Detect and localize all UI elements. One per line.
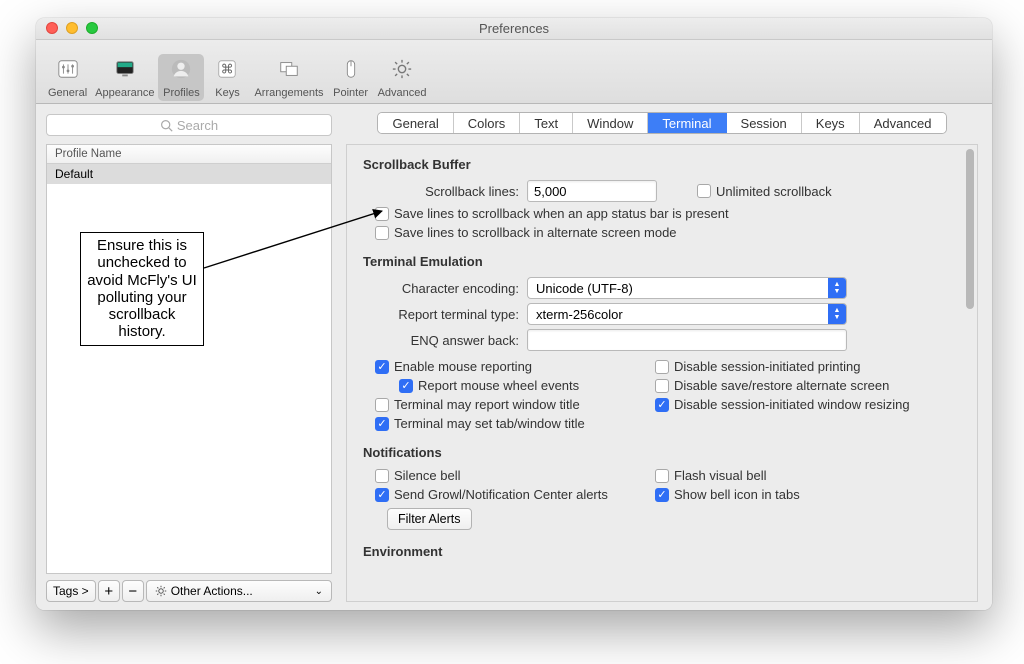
emulation-checkbox[interactable]: ✓Report mouse wheel events <box>399 378 655 393</box>
content: Search Profile Name Default Tags > + − O… <box>36 104 992 610</box>
window-title: Preferences <box>479 21 549 36</box>
profiles-footer: Tags > + − Other Actions... ⌄ <box>46 580 332 602</box>
scrollback-lines-input[interactable] <box>527 180 657 202</box>
updown-arrows-icon: ▲▼ <box>828 304 846 324</box>
profiles-table: Profile Name Default <box>46 144 332 574</box>
window-controls <box>46 22 98 34</box>
toolbar-label: Profiles <box>163 87 200 99</box>
toolbar-label: Keys <box>215 87 239 99</box>
profile-row[interactable]: Default <box>47 164 331 184</box>
emulation-checkbox[interactable]: Disable session-initiated printing <box>655 359 910 374</box>
unlimited-scrollback[interactable]: Unlimited scrollback <box>697 184 832 199</box>
environment-heading: Environment <box>363 544 955 559</box>
other-actions[interactable]: Other Actions... ⌄ <box>146 580 332 602</box>
notification-checkbox[interactable]: Silence bell <box>375 468 655 483</box>
profiles-sidebar: Search Profile Name Default Tags > + − O… <box>36 104 336 610</box>
svg-text:⌘: ⌘ <box>221 62 234 77</box>
person-icon <box>166 54 196 84</box>
profiles-header[interactable]: Profile Name <box>47 145 331 164</box>
enq-label: ENQ answer back: <box>363 333 519 348</box>
notification-checkbox[interactable]: Flash visual bell <box>655 468 800 483</box>
toolbar-label: General <box>48 87 87 99</box>
encoding-select[interactable]: Unicode (UTF-8) ▲▼ <box>527 277 847 299</box>
termtype-label: Report terminal type: <box>363 307 519 322</box>
monitor-icon <box>110 54 140 84</box>
tab-colors[interactable]: Colors <box>454 113 521 133</box>
updown-arrows-icon: ▲▼ <box>828 278 846 298</box>
prefs-toolbar: General Appearance Profiles ⌘ Keys Arrangemen… <box>36 40 992 104</box>
encoding-label: Character encoding: <box>363 281 519 296</box>
add-button[interactable]: + <box>98 580 120 602</box>
profile-main: GeneralColorsTextWindowTerminalSessionKe… <box>336 104 992 610</box>
emulation-checkbox[interactable]: Terminal may report window title <box>375 397 655 412</box>
save-statusbar-checkbox[interactable]: Save lines to scrollback when an app sta… <box>375 206 955 221</box>
enq-input[interactable] <box>527 329 847 351</box>
tab-terminal[interactable]: Terminal <box>648 113 726 133</box>
mouse-icon <box>336 54 366 84</box>
tags-button[interactable]: Tags > <box>46 580 96 602</box>
toolbar-label: Appearance <box>95 87 154 99</box>
toolbar-label: Advanced <box>378 87 427 99</box>
command-icon: ⌘ <box>212 54 242 84</box>
tab-advanced[interactable]: Advanced <box>860 113 946 133</box>
emulation-checkbox[interactable]: Disable save/restore alternate screen <box>655 378 910 393</box>
slider-icon <box>53 54 83 84</box>
profile-tabs: GeneralColorsTextWindowTerminalSessionKe… <box>377 112 946 134</box>
toolbar-keys[interactable]: ⌘ Keys <box>204 54 250 101</box>
toolbar-arrangements[interactable]: Arrangements <box>250 54 327 101</box>
search-icon <box>160 119 173 132</box>
gear-icon <box>387 54 417 84</box>
tab-session[interactable]: Session <box>727 113 802 133</box>
termtype-select[interactable]: xterm-256color ▲▼ <box>527 303 847 325</box>
emulation-checkbox[interactable]: ✓Terminal may set tab/window title <box>375 416 655 431</box>
emulation-checkbox[interactable]: ✓Enable mouse reporting <box>375 359 655 374</box>
search-placeholder: Search <box>177 118 218 133</box>
minimize-icon[interactable] <box>66 22 78 34</box>
scrollback-heading: Scrollback Buffer <box>363 157 955 172</box>
toolbar-profiles[interactable]: Profiles <box>158 54 204 101</box>
notification-checkbox[interactable]: ✓Show bell icon in tabs <box>655 487 800 502</box>
tab-window[interactable]: Window <box>573 113 648 133</box>
notifications-heading: Notifications <box>363 445 955 460</box>
toolbar-pointer[interactable]: Pointer <box>328 54 374 101</box>
annotation-callout: Ensure this is unchecked to avoid McFly'… <box>80 232 204 346</box>
save-altscreen-checkbox[interactable]: Save lines to scrollback in alternate sc… <box>375 225 955 240</box>
scrollback-lines-label: Scrollback lines: <box>363 184 519 199</box>
gear-icon <box>155 585 167 597</box>
zoom-icon[interactable] <box>86 22 98 34</box>
toolbar-label: Arrangements <box>254 87 323 99</box>
tab-text[interactable]: Text <box>520 113 573 133</box>
remove-button[interactable]: − <box>122 580 144 602</box>
toolbar-appearance[interactable]: Appearance <box>91 54 158 101</box>
tab-general[interactable]: General <box>378 113 453 133</box>
terminal-pane: Scrollback Buffer Scrollback lines: Unli… <box>346 144 978 602</box>
notification-checkbox[interactable]: ✓Send Growl/Notification Center alerts <box>375 487 655 502</box>
filter-alerts-button[interactable]: Filter Alerts <box>387 508 472 530</box>
search-input[interactable]: Search <box>46 114 332 136</box>
emulation-checkbox[interactable]: ✓Disable session-initiated window resizi… <box>655 397 910 412</box>
windows-icon <box>274 54 304 84</box>
toolbar-advanced[interactable]: Advanced <box>374 54 431 101</box>
chevron-updown-icon: ⌄ <box>315 586 323 597</box>
titlebar: Preferences <box>36 18 992 40</box>
close-icon[interactable] <box>46 22 58 34</box>
toolbar-general[interactable]: General <box>44 54 91 101</box>
scrollbar[interactable] <box>966 149 974 309</box>
tab-keys[interactable]: Keys <box>802 113 860 133</box>
emulation-heading: Terminal Emulation <box>363 254 955 269</box>
toolbar-label: Pointer <box>333 87 368 99</box>
